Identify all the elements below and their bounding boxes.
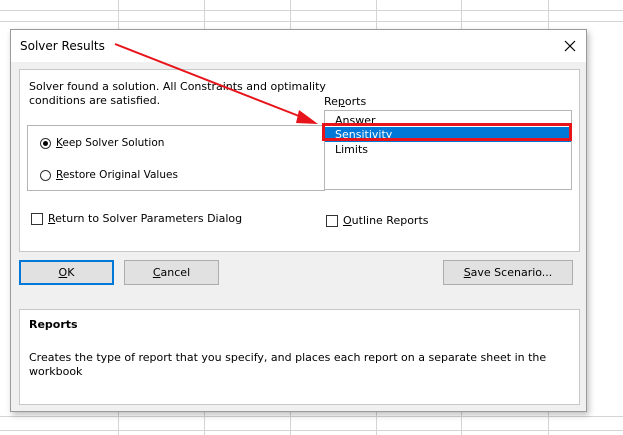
keep-solver-solution-option[interactable]: Keep Solver Solution [40,137,164,149]
outline-reports-label: Outline Reports [343,214,429,227]
return-to-solver-dialog-option[interactable]: Return to Solver Parameters Dialog [31,212,242,225]
report-item-limits[interactable]: Limits [325,142,571,157]
outline-reports-option[interactable]: Outline Reports [326,214,429,227]
solver-results-dialog: Solver Results Solver found a solution. … [10,29,587,412]
cancel-button[interactable]: Cancel [124,260,219,285]
reports-label: Reports [324,95,367,108]
return-checkbox-icon[interactable] [31,212,43,225]
ok-button[interactable]: OK [19,260,114,285]
dialog-title: Solver Results [20,39,105,53]
description-panel: Reports Creates the type of report that … [19,309,580,405]
save-scenario-button[interactable]: Save Scenario... [443,260,573,285]
close-icon [564,40,576,51]
sensitivity-highlight-box [322,123,572,141]
description-title: Reports [29,318,78,331]
close-button[interactable] [554,30,586,61]
keep-solver-solution-label: Keep Solver Solution [56,137,165,149]
return-to-solver-dialog-label: Return to Solver Parameters Dialog [48,212,243,225]
title-bar: Solver Results [11,30,586,62]
restore-original-values-label: Restore Original Values [56,169,178,181]
reports-listbox[interactable]: Answer Sensitivity Limits [324,110,572,190]
description-text: Creates the type of report that you spec… [29,351,547,378]
restore-radio-icon[interactable] [40,169,51,181]
solver-message: Solver found a solution. All Constraints… [29,80,326,107]
keep-radio-icon[interactable] [40,137,51,149]
outline-checkbox-icon[interactable] [326,214,338,227]
solution-options-group: Keep Solver Solution Restore Original Va… [27,125,325,191]
restore-original-values-option[interactable]: Restore Original Values [40,169,178,181]
results-panel: Solver found a solution. All Constraints… [19,69,580,252]
